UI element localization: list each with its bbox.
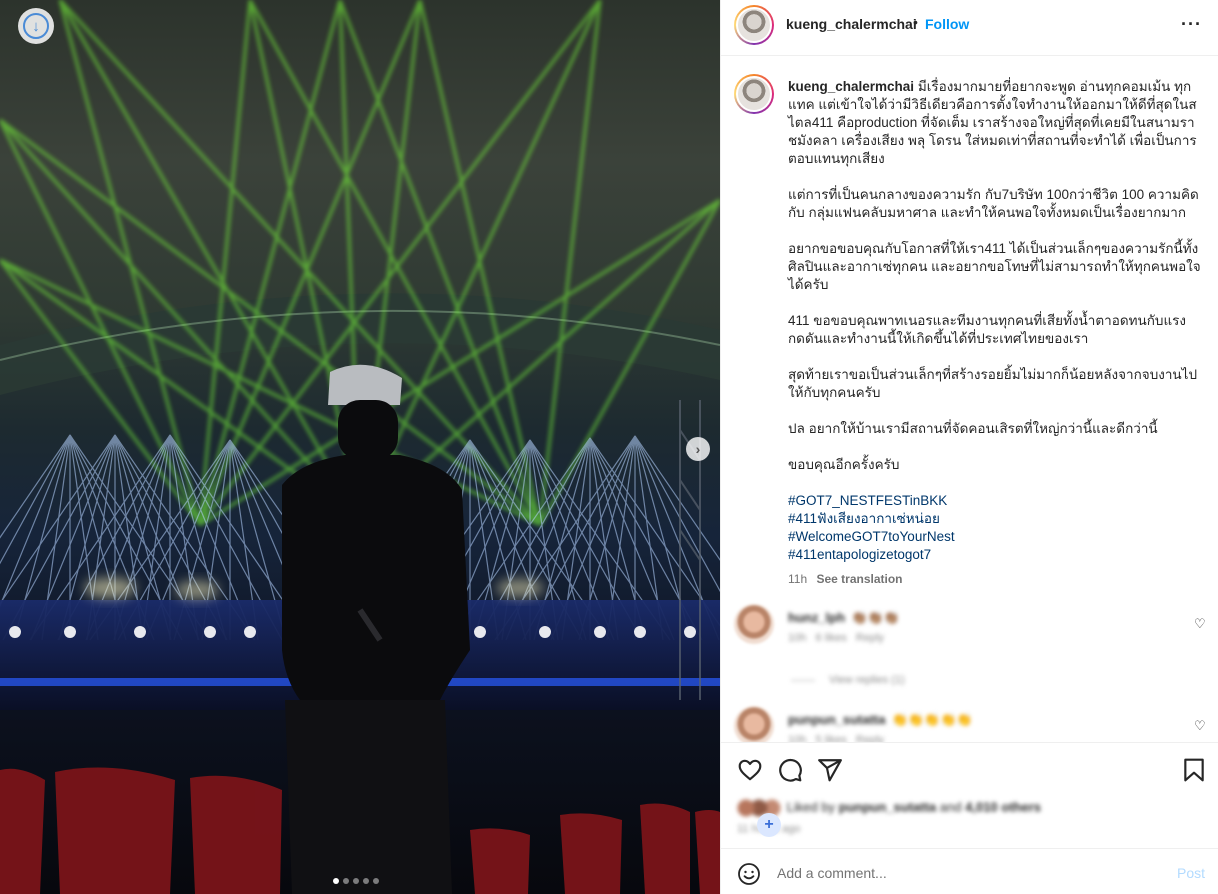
stage-light <box>64 626 76 638</box>
hashtag-link[interactable]: #GOT7_NESTFESTinBKK <box>788 492 1208 510</box>
see-translation-link[interactable]: See translation <box>816 572 902 586</box>
reply-button[interactable]: Reply <box>856 632 884 644</box>
chevron-right-icon: › <box>695 441 701 457</box>
post-side-panel: kueng_chalermchai • Follow ··· kueng_cha… <box>720 0 1218 894</box>
comment-likes[interactable]: 6 likes <box>816 632 847 644</box>
download-button[interactable]: ↓ <box>18 8 54 44</box>
green-laser-beam <box>418 0 542 526</box>
comment-text: 👏🏽👏🏽👏🏽 <box>851 610 900 625</box>
commenter-username[interactable]: hunz_lph <box>788 610 845 625</box>
hashtag-link[interactable]: #411ฟังเสียงอากาเซ่หน่อย <box>788 510 1208 528</box>
liker-username[interactable]: punpun_sutatta <box>839 799 937 814</box>
caption-username[interactable]: kueng_chalermchai <box>788 79 914 94</box>
more-options-icon[interactable]: ··· <box>1181 14 1202 35</box>
stage-light <box>204 626 216 638</box>
author-avatar[interactable] <box>734 5 774 45</box>
commenter-avatar[interactable] <box>734 706 774 742</box>
carousel-dot <box>373 878 379 884</box>
header-separator: • <box>913 14 918 30</box>
follow-button[interactable]: Follow <box>925 16 969 32</box>
smiley-icon[interactable] <box>737 862 761 886</box>
stage-light <box>9 626 21 638</box>
caption-paragraph: อยากขอขอบคุณกับโอกาสที่ให้เรา411 ได้เป็น… <box>788 241 1201 292</box>
next-slide-button[interactable]: › <box>686 437 710 461</box>
post-comment-button[interactable]: Post <box>1177 865 1205 881</box>
comment-like-heart-icon[interactable]: ♡ <box>1194 616 1206 632</box>
likes-summary[interactable]: Liked by punpun_sutatta and 4,010 others <box>737 799 1041 817</box>
comment-likes[interactable]: 5 likes <box>816 734 847 742</box>
comment-time: 10h <box>788 632 807 644</box>
hashtag-link[interactable]: #411entapologizetogot7 <box>788 546 1208 564</box>
commenter-username[interactable]: punpun_sutatta <box>788 712 886 727</box>
post-header: kueng_chalermchai • Follow ··· <box>721 0 1218 56</box>
plus-icon: + <box>757 813 781 837</box>
carousel-dot <box>353 878 359 884</box>
caption-meta: 11h See translation <box>788 572 903 586</box>
post-media: ↓ › <box>0 0 720 894</box>
carousel-dot <box>333 878 339 884</box>
post-actions: Liked by punpun_sutatta and 4,010 others… <box>721 742 1218 846</box>
hashtag-list: #GOT7_NESTFESTinBKK #411ฟังเสียงอากาเซ่ห… <box>788 492 1208 564</box>
post-caption: kueng_chalermchai มีเรื่องมากมายที่อยากจ… <box>788 78 1208 564</box>
stage-light <box>539 626 551 638</box>
stage-light <box>684 626 696 638</box>
carousel-dot <box>363 878 369 884</box>
stage-light <box>594 626 606 638</box>
comment-like-heart-icon[interactable]: ♡ <box>1194 718 1206 734</box>
bookmark-icon[interactable] <box>1181 757 1207 783</box>
comment-text: 👏👏👏👏👏 <box>891 712 973 727</box>
comment-time: 10h <box>788 734 807 742</box>
carousel-indicator <box>333 878 379 884</box>
comments-scroll-area[interactable]: kueng_chalermchai มีเรื่องมากมายที่อยากจ… <box>721 56 1218 742</box>
comment-icon[interactable] <box>777 757 803 783</box>
send-icon[interactable] <box>817 757 843 783</box>
caption-author-avatar[interactable] <box>734 74 774 114</box>
caption-paragraph: ปล อยากให้บ้านเรามีสถานที่จัดคอนเสิรตที่… <box>788 421 1158 436</box>
stage-light <box>474 626 486 638</box>
concert-photo <box>0 0 720 894</box>
caption-time[interactable]: 11h <box>788 572 807 586</box>
caption-paragraph: แต่การที่เป็นคนกลางของความรัก กับ7บริษัท… <box>788 187 1199 220</box>
hashtag-link[interactable]: #WelcomeGOT7toYourNest <box>788 528 1208 546</box>
author-username[interactable]: kueng_chalermchai <box>786 16 917 32</box>
comment-input[interactable] <box>777 859 1157 887</box>
liker-avatars <box>737 799 783 817</box>
green-laser-beam <box>58 0 362 521</box>
caption-paragraph: ขอบคุณอีกครั้งครับ <box>788 457 900 472</box>
carousel-dot <box>343 878 349 884</box>
stage-light <box>134 626 146 638</box>
stage-light <box>634 626 646 638</box>
commenter-avatar[interactable] <box>734 604 774 644</box>
caption-paragraph: 411 ขอขอบคุณพาทเนอรและทีมงานทุกคนที่เสีย… <box>788 313 1187 346</box>
caption-paragraph: สุดท้ายเราขอเป็นส่วนเล็กๆที่สร้างรอยยิ้ม… <box>788 367 1198 400</box>
view-replies-button[interactable]: View replies (1) <box>791 674 905 686</box>
reply-button[interactable]: Reply <box>856 734 884 742</box>
add-comment-bar: Post <box>721 848 1218 894</box>
download-circle-icon: ↓ <box>23 13 49 39</box>
likes-count[interactable]: 4,010 others <box>965 799 1041 814</box>
heart-icon[interactable] <box>737 757 763 783</box>
stage-light <box>244 626 256 638</box>
